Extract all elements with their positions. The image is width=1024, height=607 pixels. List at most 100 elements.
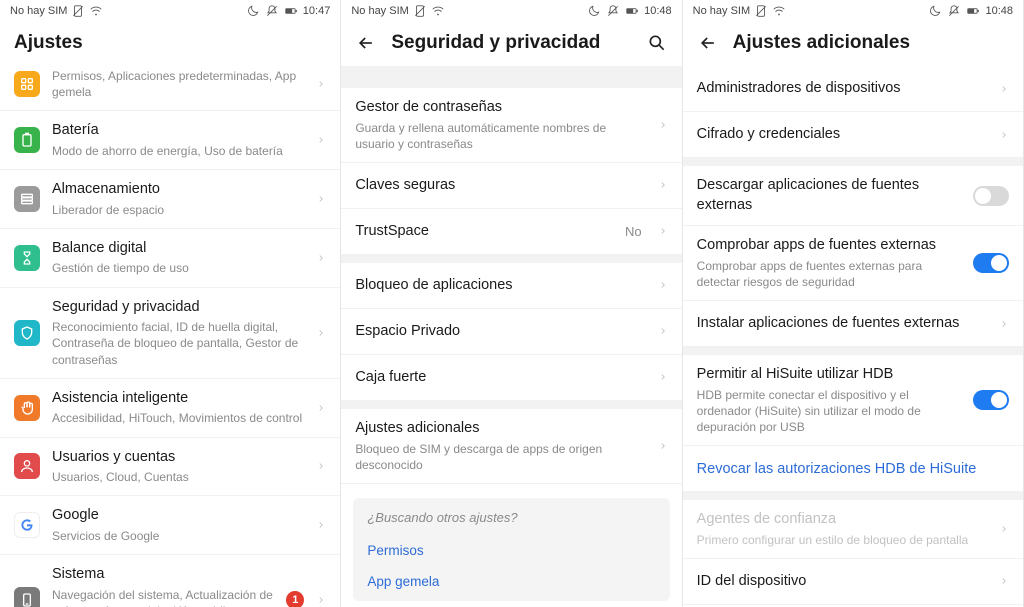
- chevron-right-icon: [316, 459, 326, 473]
- chevron-right-icon: [658, 370, 668, 384]
- list-item[interactable]: Permitir al HiSuite utilizar HDBHDB perm…: [683, 355, 1023, 446]
- list-item[interactable]: Caja fuerte: [341, 355, 681, 401]
- settings-list[interactable]: Permisos, Aplicaciones predeterminadas, …: [0, 66, 340, 607]
- row-title: Batería: [52, 121, 304, 141]
- clock-label: 10:48: [985, 5, 1013, 17]
- row-subtitle: Comprobar apps de fuentes externas para …: [697, 258, 961, 290]
- chevron-right-icon: [658, 278, 668, 292]
- list-item[interactable]: Gestor de contraseñasGuarda y rellena au…: [341, 88, 681, 163]
- list-item[interactable]: ID del dispositivo: [683, 559, 1023, 605]
- list-item[interactable]: Seguridad y privacidadReconocimiento fac…: [0, 288, 340, 379]
- row-subtitle: Guarda y rellena automáticamente nombres…: [355, 120, 645, 152]
- search-hint-box: ¿Buscando otros ajustes? PermisosApp geme…: [353, 498, 669, 601]
- list-item[interactable]: Google Servicios de Google: [0, 496, 340, 555]
- toggle-switch[interactable]: [973, 186, 1009, 206]
- row-subtitle: Permisos, Aplicaciones predeterminadas, …: [52, 68, 304, 100]
- list-item[interactable]: Balance digitalGestión de tiempo de uso: [0, 229, 340, 288]
- google-icon: [14, 512, 40, 538]
- notification-badge: 1: [286, 591, 304, 607]
- hint-title: ¿Buscando otros ajustes?: [367, 510, 655, 525]
- row-title: Asistencia inteligente: [52, 389, 304, 409]
- pane-adicionales: No hay SIM 10:48 Ajustes adicionales Adm…: [683, 0, 1024, 607]
- row-subtitle: Servicios de Google: [52, 528, 304, 544]
- silent-icon: [606, 4, 620, 18]
- row-subtitle: HDB permite conectar el dispositivo y el…: [697, 387, 961, 436]
- wifi-icon: [89, 4, 103, 18]
- header: Ajustes adicionales: [683, 22, 1023, 66]
- list-item[interactable]: Espacio Privado: [341, 309, 681, 355]
- row-title: Gestor de contraseñas: [355, 98, 645, 118]
- hint-link[interactable]: Permisos: [367, 535, 655, 566]
- list-item[interactable]: Descargar aplicaciones de fuentes extern…: [683, 166, 1023, 226]
- list-item[interactable]: Cifrado y credenciales: [683, 112, 1023, 158]
- list-item[interactable]: Ajustes adicionalesBloqueo de SIM y desc…: [341, 409, 681, 484]
- wifi-icon: [431, 4, 445, 18]
- moon-icon: [246, 4, 260, 18]
- chevron-right-icon: [316, 192, 326, 206]
- row-title: Instalar aplicaciones de fuentes externa…: [697, 314, 987, 334]
- list-item[interactable]: Instalar aplicaciones de fuentes externa…: [683, 301, 1023, 347]
- chevron-right-icon: [658, 178, 668, 192]
- no-sim-label: No hay SIM: [693, 5, 750, 17]
- list-item[interactable]: Usuarios y cuentasUsuarios, Cloud, Cuent…: [0, 438, 340, 497]
- chevron-right-icon: [658, 224, 668, 238]
- page-title: Ajustes: [14, 32, 83, 54]
- chevron-right-icon: [658, 324, 668, 338]
- chevron-right-icon: [999, 574, 1009, 588]
- row-subtitle: Navegación del sistema, Actualización de…: [52, 587, 274, 607]
- row-subtitle: Usuarios, Cloud, Cuentas: [52, 469, 304, 485]
- search-button[interactable]: [646, 32, 668, 54]
- row-subtitle: Modo de ahorro de energía, Uso de baterí…: [52, 143, 304, 159]
- hourglass-icon: [14, 245, 40, 271]
- row-subtitle: Reconocimiento facial, ID de huella digi…: [52, 319, 304, 368]
- row-title: Usuarios y cuentas: [52, 448, 304, 468]
- back-button[interactable]: [355, 32, 377, 54]
- statusbar: No hay SIM 10:47: [0, 0, 340, 22]
- no-sim-label: No hay SIM: [351, 5, 408, 17]
- toggle-switch[interactable]: [973, 253, 1009, 273]
- row-title: Claves seguras: [355, 176, 645, 196]
- row-title: Balance digital: [52, 239, 304, 259]
- list-item[interactable]: AlmacenamientoLiberador de espacio: [0, 170, 340, 229]
- row-title: Permitir al HiSuite utilizar HDB: [697, 365, 961, 385]
- statusbar: No hay SIM 10:48: [683, 0, 1023, 22]
- hint-link[interactable]: App gemela: [367, 566, 655, 597]
- list-item: Agentes de confianzaPrimero configurar u…: [683, 500, 1023, 559]
- row-title: Espacio Privado: [355, 322, 645, 342]
- security-list[interactable]: Gestor de contraseñasGuarda y rellena au…: [341, 66, 681, 607]
- toggle-switch[interactable]: [973, 390, 1009, 410]
- additional-list[interactable]: Administradores de dispositivos Cifrado y…: [683, 66, 1023, 607]
- list-item[interactable]: SistemaNavegación del sistema, Actualiza…: [0, 555, 340, 607]
- chevron-right-icon: [316, 326, 326, 340]
- list-item[interactable]: Batería Modo de ahorro de energía, Uso de…: [0, 111, 340, 170]
- chevron-right-icon: [658, 118, 668, 132]
- list-item[interactable]: Administradores de dispositivos: [683, 66, 1023, 112]
- list-item[interactable]: Asistencia inteligenteAccesibilidad, HiT…: [0, 379, 340, 438]
- wifi-icon: [772, 4, 786, 18]
- silent-icon: [265, 4, 279, 18]
- row-subtitle: Gestión de tiempo de uso: [52, 260, 304, 276]
- shield-icon: [14, 320, 40, 346]
- user-icon: [14, 453, 40, 479]
- row-title: Agentes de confianza: [697, 510, 987, 530]
- list-item[interactable]: Permisos, Aplicaciones predeterminadas, …: [0, 66, 340, 111]
- list-item[interactable]: Bloqueo de aplicaciones: [341, 263, 681, 309]
- back-button[interactable]: [697, 32, 719, 54]
- apps-icon: [14, 71, 40, 97]
- list-item[interactable]: Claves seguras: [341, 163, 681, 209]
- moon-icon: [928, 4, 942, 18]
- row-title: Bloqueo de aplicaciones: [355, 276, 645, 296]
- row-subtitle: Bloqueo de SIM y descarga de apps de ori…: [355, 441, 645, 473]
- row-title: Google: [52, 506, 304, 526]
- list-item[interactable]: Revocar las autorizaciones HDB de HiSuit…: [683, 446, 1023, 492]
- silent-icon: [947, 4, 961, 18]
- row-title: Descargar aplicaciones de fuentes extern…: [697, 176, 961, 215]
- chevron-right-icon: [316, 251, 326, 265]
- battery-icon: [966, 4, 980, 18]
- sim-icon: [754, 4, 768, 18]
- row-title: Cifrado y credenciales: [697, 125, 987, 145]
- list-item[interactable]: Comprobar apps de fuentes externasCompro…: [683, 226, 1023, 301]
- chevron-right-icon: [658, 439, 668, 453]
- page-title: Ajustes adicionales: [733, 32, 910, 54]
- list-item[interactable]: TrustSpaceNo: [341, 209, 681, 255]
